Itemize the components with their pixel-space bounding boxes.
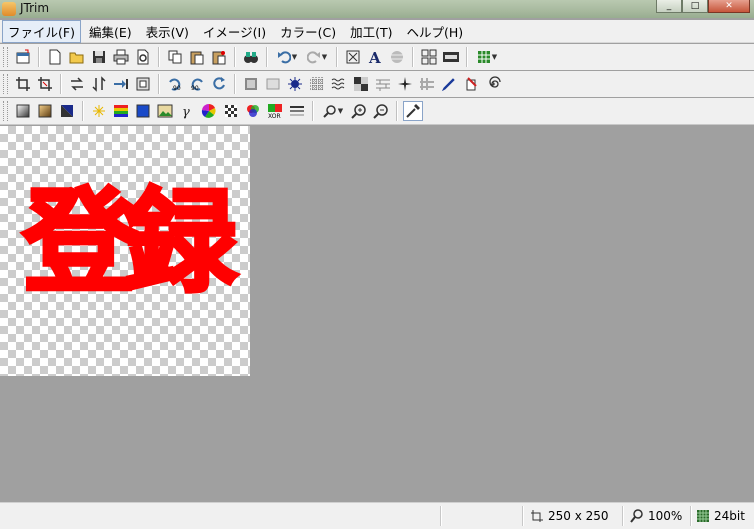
frame-icon[interactable] [133,74,153,94]
relief-icon[interactable] [263,74,283,94]
status-bits: 24bit [696,507,745,525]
print-preview-icon[interactable] [133,47,153,67]
flip-horizontal-icon[interactable] [67,74,87,94]
toolbar-grip[interactable] [3,101,8,121]
trim-icon[interactable] [35,74,55,94]
menu-color[interactable]: カラー(C) [274,20,342,43]
wave-icon[interactable] [329,74,349,94]
title-bar: JTrim _ □ ✕ [0,0,754,18]
status-bar: 250 x 250 100% 24bit [0,502,754,529]
crop-icon[interactable] [13,74,33,94]
maximize-button[interactable]: □ [682,0,708,13]
status-bits-text: 24bit [714,509,745,523]
binoculars-icon[interactable] [241,47,261,67]
new-window-icon[interactable] [13,47,33,67]
shift-icon[interactable] [111,74,131,94]
rotate-left-90-icon[interactable]: 90 [165,74,185,94]
window-controls: _ □ ✕ [656,0,750,14]
magnifier-icon [630,509,643,523]
image-canvas[interactable]: 登録 [0,126,250,376]
image-icon[interactable] [155,101,175,121]
gamma-icon[interactable]: γ [177,101,197,121]
rainbow-icon[interactable] [111,101,131,121]
save-icon[interactable] [89,47,109,67]
brick-icon[interactable] [373,74,393,94]
gradient-gray-icon[interactable] [13,101,33,121]
workspace[interactable]: 登録 [0,126,754,501]
svg-text:90: 90 [191,85,199,92]
image-text: 登録 [21,176,239,310]
menu-view[interactable]: 表示(V) [140,20,195,43]
color-wheel-icon[interactable] [199,101,219,121]
toolbar-color: γ XOR ▼ [0,98,754,125]
undo-icon[interactable]: ▼ [273,47,301,67]
sunburst-icon[interactable] [285,74,305,94]
minimize-button[interactable]: _ [656,0,682,13]
fit-window-icon[interactable] [343,47,363,67]
color-square-icon[interactable] [133,101,153,121]
blur-icon[interactable] [387,47,407,67]
svg-text:XOR: XOR [268,113,281,119]
toolbar-main: ▼ ▼ A ▼ [0,44,754,70]
eraser-icon[interactable] [461,74,481,94]
halftone-icon[interactable] [287,101,307,121]
gradient-blue-icon[interactable] [57,101,77,121]
pattern-icon[interactable] [221,101,241,121]
open-folder-icon[interactable] [67,47,87,67]
menu-help[interactable]: ヘルプ(H) [401,20,470,43]
new-file-icon[interactable] [45,47,65,67]
sparkle-icon[interactable] [89,101,109,121]
resize-icon [531,510,543,522]
status-zoom-text: 100% [648,509,683,523]
svg-text:A: A [368,49,381,65]
copy-icon[interactable] [165,47,185,67]
menu-image[interactable]: イメージ(I) [197,20,272,43]
window-title: JTrim [20,1,50,15]
toolbar-grip[interactable] [3,74,8,94]
pen-icon[interactable] [439,74,459,94]
paste-new-icon[interactable] [209,47,229,67]
flip-vertical-icon[interactable] [89,74,109,94]
rotate-free-icon[interactable] [209,74,229,94]
gradient-brown-icon[interactable] [35,101,55,121]
emboss-icon[interactable] [241,74,261,94]
svg-text:90: 90 [173,85,181,92]
print-icon[interactable] [111,47,131,67]
filmstrip-icon[interactable] [441,47,461,67]
xor-icon[interactable]: XOR [265,101,285,121]
grid-icon[interactable]: ▼ [473,47,501,67]
mosaic-icon[interactable] [307,74,327,94]
zoom-out-icon[interactable] [371,101,391,121]
toolbar-grip[interactable] [3,47,8,67]
rotate-right-90-icon[interactable]: 90 [187,74,207,94]
spiral-icon[interactable] [483,74,503,94]
text-icon[interactable]: A [365,47,385,67]
spark-icon[interactable] [395,74,415,94]
menu-process[interactable]: 加工(T) [344,20,398,43]
close-button[interactable]: ✕ [708,0,750,13]
status-size-text: 250 x 250 [548,509,609,523]
tile-icon[interactable] [419,47,439,67]
svg-text:γ: γ [182,105,190,119]
paste-icon[interactable] [187,47,207,67]
status-size: 250 x 250 [530,507,609,525]
menu-edit[interactable]: 編集(E) [83,20,138,43]
menu-file[interactable]: ファイル(F) [2,19,81,43]
zoom-icon[interactable]: ▼ [319,101,347,121]
status-zoom: 100% [630,507,682,525]
rgb-circles-icon[interactable] [243,101,263,121]
zoom-in-icon[interactable] [349,101,369,121]
ghost-icon[interactable] [417,74,437,94]
redo-icon[interactable]: ▼ [303,47,331,67]
app-icon [2,2,16,16]
eyedropper-icon[interactable] [403,101,423,121]
menu-bar: ファイル(F) 編集(E) 表示(V) イメージ(I) カラー(C) 加工(T)… [0,19,754,43]
checker-icon[interactable] [351,74,371,94]
color-depth-icon [697,510,709,522]
toolbar-image: 90 90 [0,71,754,97]
